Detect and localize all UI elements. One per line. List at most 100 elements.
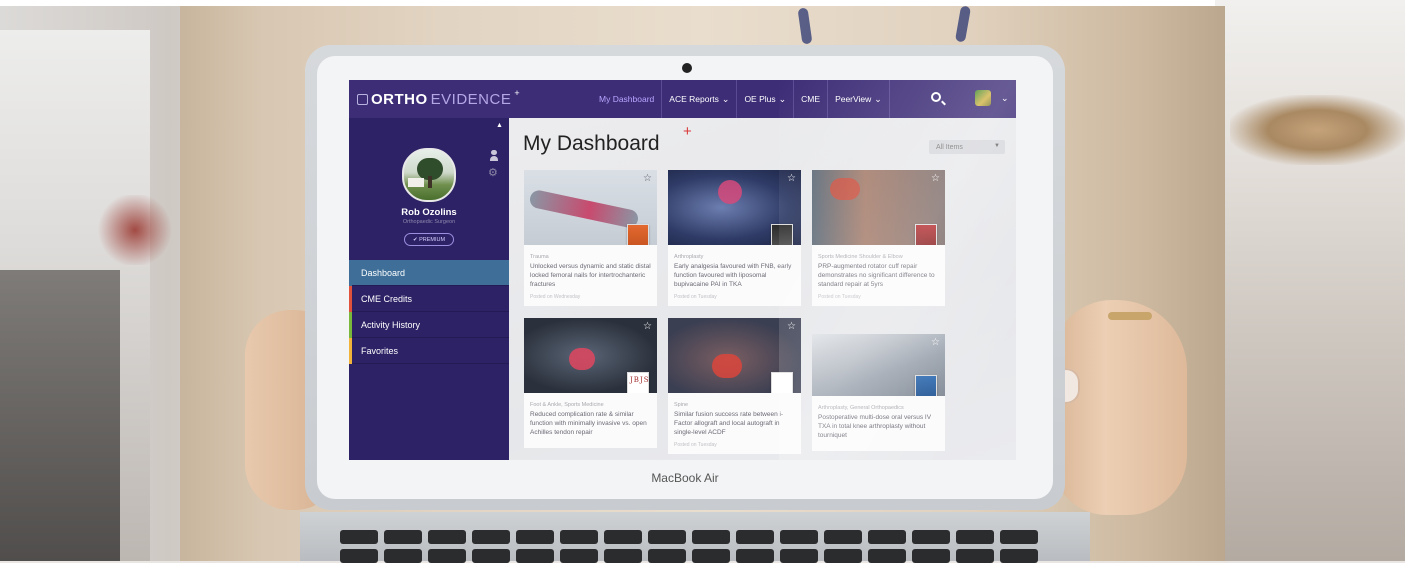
logo-mark-icon: [357, 94, 368, 105]
filter-value: All Items: [936, 143, 963, 151]
nav-label: My Dashboard: [599, 94, 655, 104]
card-category: Sports Medicine Shoulder & Elbow: [818, 254, 903, 260]
article-card[interactable]: ☆ Arthroplasty, General Orthopaedics Pos…: [812, 334, 945, 452]
logo-plus: +: [514, 87, 521, 98]
main-content: My Dashboard + All Items ▼ ☆ Trauma Unlo…: [509, 118, 1016, 460]
card-title: Reduced complication rate & similar func…: [530, 411, 647, 436]
card-image: ☆: [668, 170, 801, 245]
person-icon[interactable]: [490, 150, 498, 161]
orthoevidence-logo[interactable]: ORTHO EVIDENCE +: [357, 87, 521, 108]
key: [824, 530, 862, 544]
laptop-screen: ORTHO EVIDENCE + My Dashboard ACE Reports …: [349, 80, 1016, 460]
chevron-down-icon[interactable]: ⌄: [1001, 93, 1009, 104]
card-image: ☆: [668, 318, 801, 393]
nav-oe-plus[interactable]: OE Plus ⌄: [737, 80, 795, 118]
sidebar-item-cme-credits[interactable]: CME Credits: [349, 286, 509, 312]
sidebar-item-label: CME Credits: [361, 293, 413, 304]
laptop-brand-label: MacBook Air: [651, 471, 719, 485]
card-footer: Posted on Tuesday: [818, 294, 861, 301]
back-highlight-shape: [712, 354, 742, 378]
journal-cover: JBJS: [627, 372, 649, 393]
star-icon[interactable]: ☆: [787, 321, 796, 332]
sidebar-item-dashboard[interactable]: Dashboard: [349, 260, 509, 286]
bone-shape: [528, 188, 640, 230]
sidebar-accent-bar: [349, 286, 352, 312]
key: [780, 530, 818, 544]
collapse-up-icon[interactable]: ▲: [496, 122, 503, 129]
chevron-down-icon: ⌄: [874, 93, 882, 104]
sidebar-item-label: Dashboard: [361, 267, 406, 278]
title-plus: +: [683, 123, 692, 140]
card-category: Trauma: [530, 254, 549, 260]
bracelet: [1108, 312, 1152, 320]
ankle-highlight-shape: [569, 348, 595, 370]
house-shape: [408, 178, 424, 187]
article-card[interactable]: ☆ Spine Similar fusion success rate betw…: [668, 318, 801, 455]
star-icon[interactable]: ☆: [787, 173, 796, 184]
key: [692, 530, 730, 544]
nav-cme[interactable]: CME: [794, 80, 829, 118]
key: [736, 530, 774, 544]
nav-my-dashboard[interactable]: My Dashboard: [592, 80, 663, 118]
gear-icon[interactable]: ⚙: [488, 166, 498, 179]
article-card[interactable]: ☆ Trauma Unlocked versus dynamic and sta…: [524, 170, 657, 307]
key: [648, 530, 686, 544]
main-nav: My Dashboard ACE Reports ⌄ OE Plus ⌄ CME…: [592, 80, 890, 118]
nav-label: PeerView: [835, 94, 872, 104]
star-icon[interactable]: ☆: [931, 173, 940, 184]
key: [604, 530, 642, 544]
sidebar-accent-bar: [349, 312, 352, 338]
star-icon[interactable]: ☆: [643, 321, 652, 332]
card-category: Spine: [674, 402, 689, 408]
card-footer: [812, 440, 945, 451]
blurred-counter-left: [0, 270, 120, 561]
sidebar-item-label: Favorites: [361, 345, 399, 356]
premium-badge: ✔ PREMIUM: [404, 233, 454, 246]
star-icon[interactable]: ☆: [931, 337, 940, 348]
hip-highlight-shape: [718, 180, 742, 204]
nav-peerview[interactable]: PeerView ⌄: [828, 80, 890, 118]
journal-cover: [627, 224, 649, 245]
key: [428, 530, 466, 544]
search-icon[interactable]: [931, 92, 941, 102]
account-avatar[interactable]: [975, 90, 991, 106]
key: [868, 530, 906, 544]
journal-label: JBJS: [630, 376, 650, 384]
profile-avatar: [402, 148, 456, 202]
nav-label: ACE Reports: [669, 94, 719, 104]
article-card[interactable]: ☆ Sports Medicine Shoulder & Elbow PRP-a…: [812, 170, 945, 307]
sidebar-item-activity-history[interactable]: Activity History: [349, 312, 509, 338]
journal-cover: [915, 224, 937, 245]
nav-ace-reports[interactable]: ACE Reports ⌄: [662, 80, 738, 118]
key: [1000, 530, 1038, 544]
article-card[interactable]: JBJS ☆ Foot & Ankle, Sports Medicine Red…: [524, 318, 657, 449]
card-category: Arthroplasty, General Orthopaedics: [818, 405, 904, 411]
key: [384, 530, 422, 544]
card-category: Arthroplasty: [674, 254, 704, 260]
card-image: JBJS ☆: [524, 318, 657, 393]
card-footer: [524, 437, 657, 448]
card-footer: Posted on Tuesday: [674, 294, 717, 301]
card-image: ☆: [812, 170, 945, 245]
logo-text-evidence: EVIDENCE: [430, 91, 512, 108]
article-card[interactable]: ☆ Arthroplasty Early analgesia favoured …: [668, 170, 801, 307]
key: [516, 530, 554, 544]
card-title: Similar fusion success rate between i-Fa…: [674, 411, 784, 436]
sidebar-accent-bar: [349, 260, 352, 286]
nav-label: CME: [801, 94, 821, 104]
sidebar-item-favorites[interactable]: Favorites: [349, 338, 509, 364]
card-title: PRP-augmented rotator cuff repair demons…: [818, 263, 935, 288]
star-icon[interactable]: ☆: [643, 173, 652, 184]
sidebar-menu: Dashboard CME Credits Activity History F…: [349, 260, 509, 364]
sidebar: ▲ ⚙ Rob Ozolins Orthopaedic Surgeon ✔ PR…: [349, 118, 509, 460]
sidebar-accent-bar: [349, 338, 352, 364]
blurred-counter-right: [1230, 95, 1405, 165]
journal-cover: [771, 372, 793, 393]
filter-select[interactable]: All Items ▼: [929, 140, 1005, 154]
card-title: Unlocked versus dynamic and static dista…: [530, 263, 651, 288]
dropdown-arrow-icon: ▼: [994, 143, 1000, 149]
key: [956, 530, 994, 544]
tree-trunk-shape: [428, 176, 432, 188]
user-role: Orthopaedic Surgeon: [402, 219, 456, 225]
card-footer: Posted on Tuesday: [674, 442, 717, 449]
